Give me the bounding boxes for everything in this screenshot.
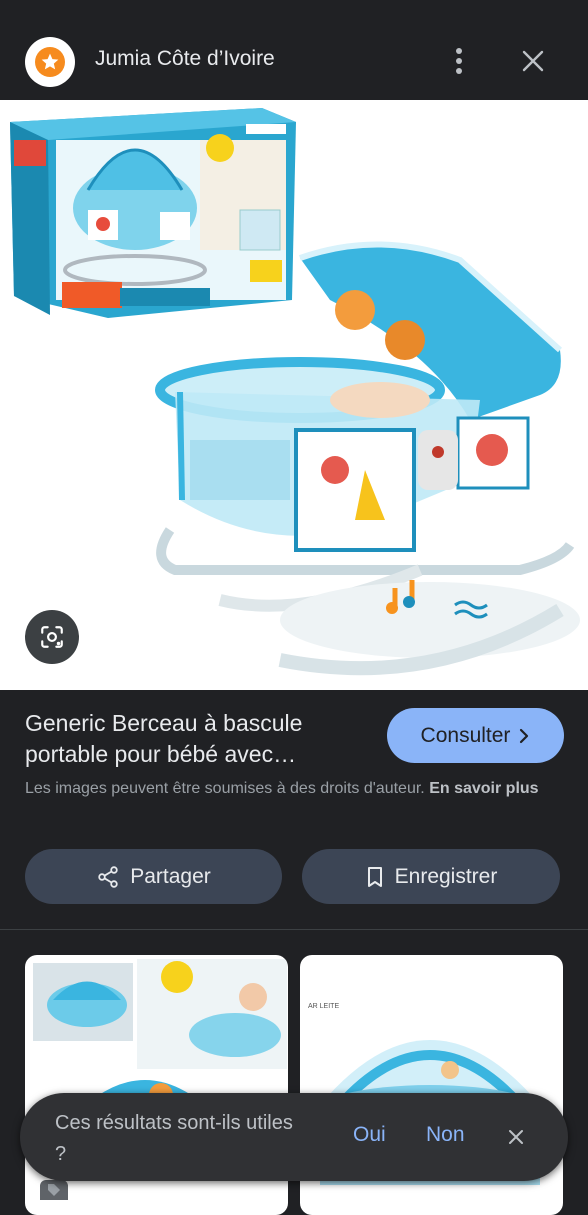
top-bar: Jumia Côte d’Ivoire bbox=[0, 0, 588, 100]
copyright-notice: Les images peuvent être soumises à des d… bbox=[25, 776, 570, 801]
star-icon bbox=[35, 47, 65, 77]
product-box-illustration bbox=[10, 108, 296, 318]
google-lens-icon[interactable] bbox=[25, 610, 79, 664]
copyright-text: Les images peuvent être soumises à des d… bbox=[25, 780, 425, 797]
close-icon[interactable] bbox=[518, 45, 548, 77]
share-button-label: Partager bbox=[130, 864, 211, 888]
learn-more-link[interactable]: En savoir plus bbox=[429, 780, 538, 797]
chevron-right-icon bbox=[520, 728, 529, 743]
product-image[interactable] bbox=[0, 100, 588, 690]
feedback-toast: Ces résultats sont-ils utiles ? Oui Non bbox=[20, 1093, 568, 1181]
bassinet-illustration bbox=[155, 241, 580, 676]
save-button[interactable]: Enregistrer bbox=[302, 849, 560, 904]
feedback-yes-button[interactable]: Oui bbox=[353, 1123, 386, 1147]
feedback-no-button[interactable]: Non bbox=[426, 1123, 465, 1147]
section-divider bbox=[0, 929, 588, 930]
site-favicon[interactable] bbox=[25, 37, 75, 87]
visit-button[interactable]: Consulter bbox=[387, 708, 564, 763]
share-button[interactable]: Partager bbox=[25, 849, 282, 904]
visit-button-label: Consulter bbox=[420, 723, 511, 747]
related-image-2-caption: AR LEITE bbox=[308, 1003, 340, 1010]
close-icon[interactable] bbox=[504, 1123, 528, 1151]
save-button-label: Enregistrer bbox=[394, 864, 498, 888]
bookmark-icon bbox=[367, 866, 382, 887]
more-vert-icon[interactable] bbox=[446, 45, 472, 77]
site-name[interactable]: Jumia Côte d’Ivoire bbox=[95, 47, 275, 71]
product-title[interactable]: Generic Berceau à bascule portable pour … bbox=[25, 708, 375, 770]
share-icon bbox=[98, 865, 118, 888]
tag-icon bbox=[40, 1180, 68, 1200]
feedback-question: Ces résultats sont-ils utiles ? bbox=[55, 1112, 293, 1165]
